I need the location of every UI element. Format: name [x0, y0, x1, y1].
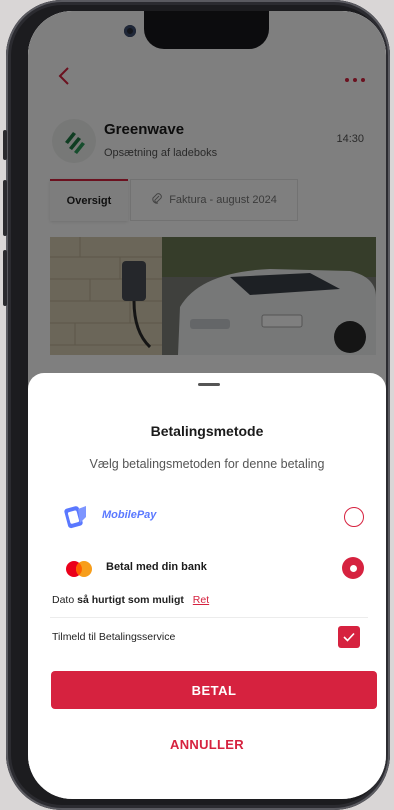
betalingsservice-checkbox[interactable]: [338, 626, 360, 648]
mobilepay-radio[interactable]: [344, 507, 364, 527]
volume-up-button: [3, 180, 7, 236]
betalingsservice-label: Tilmeld til Betalingsservice: [52, 631, 176, 643]
option-mobilepay[interactable]: MobilePay: [50, 491, 366, 531]
volume-down-button: [3, 250, 7, 306]
divider: [50, 617, 368, 618]
option-bank[interactable]: Betal med din bank: [50, 549, 366, 581]
notch: [144, 11, 269, 49]
sheet-title: Betalingsmetode: [150, 423, 264, 439]
payment-method-sheet: Betalingsmetode Vælg betalingsmetoden fo…: [28, 373, 386, 799]
bank-radio-selected[interactable]: [342, 557, 364, 579]
phone-screen: Greenwave Opsætning af ladeboks 14:30 Ov…: [28, 11, 386, 799]
sheet-subtitle: Vælg betalingsmetoden for denne betaling: [89, 457, 325, 471]
date-value: så hurtigt som muligt: [77, 594, 184, 606]
checkmark-icon: [343, 632, 355, 642]
phone-frame: Greenwave Opsætning af ladeboks 14:30 Ov…: [3, 0, 390, 810]
cancel-button[interactable]: ANNULLER: [28, 737, 386, 752]
date-edit-link[interactable]: Ret: [193, 594, 209, 606]
camera: [124, 25, 136, 37]
bank-label: Betal med din bank: [106, 561, 207, 573]
date-prefix: Dato: [52, 594, 75, 606]
side-button: [3, 130, 7, 160]
mobilepay-label: MobilePay: [102, 509, 157, 521]
date-row: Dato så hurtigt som muligt Ret: [52, 594, 209, 606]
mastercard-logo-icon: [64, 559, 96, 579]
mobilepay-logo-icon: [64, 503, 88, 529]
drag-handle[interactable]: [198, 383, 220, 386]
pay-button[interactable]: BETAL: [51, 671, 377, 709]
